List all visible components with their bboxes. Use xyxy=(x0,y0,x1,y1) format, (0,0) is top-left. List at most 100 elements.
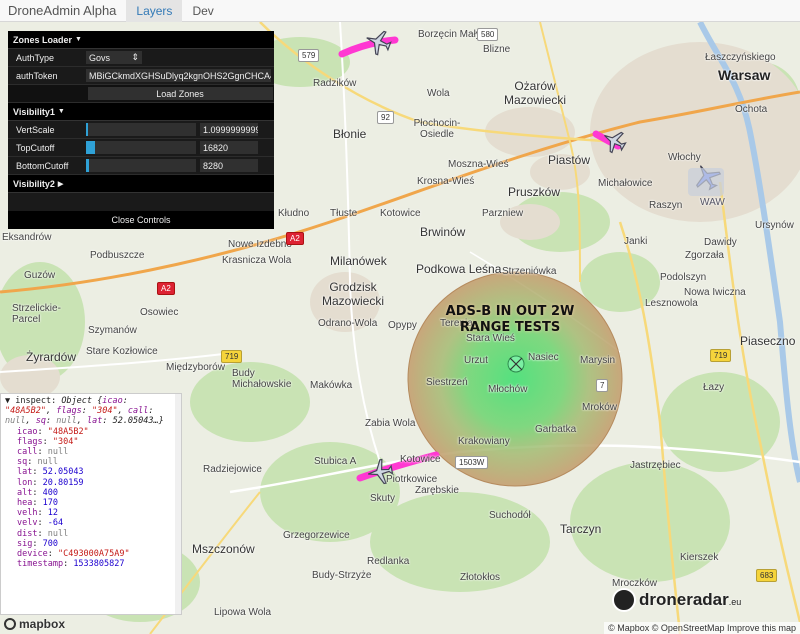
console-prop: lat: 52.05043 xyxy=(17,467,84,478)
airport-label: WAW xyxy=(700,197,725,208)
place-label: Guzów xyxy=(24,270,56,281)
place-label: Mroków xyxy=(582,402,618,413)
road-badge: A2 xyxy=(286,232,304,245)
place-label: Mszczonów xyxy=(192,542,255,556)
console-prop: flags: "304" xyxy=(17,436,79,447)
place-label: Suchodół xyxy=(489,510,531,521)
place-label: Ożarów Mazowiecki xyxy=(503,79,566,107)
place-label: Tarczyn xyxy=(560,522,602,536)
inspect-console: ▼ inspect: Object {icao: "48A5B2", flags… xyxy=(0,393,182,615)
vertscale-slider[interactable] xyxy=(86,123,196,136)
place-label: Podbuszcze xyxy=(90,250,145,261)
droneradar-logo: droneradar.eu xyxy=(612,588,741,612)
place-label: Krakowiany xyxy=(458,436,510,447)
mapbox-logo[interactable]: mapbox xyxy=(4,617,65,631)
console-prop: sq: null xyxy=(17,457,58,468)
place-label: Stubica A xyxy=(314,456,357,467)
place-label: Blizne xyxy=(483,44,511,55)
place-label: Podolszyn xyxy=(660,272,707,283)
console-prop: sig: 700 xyxy=(17,538,58,549)
top-navbar: DroneAdmin Alpha Layers Dev xyxy=(0,0,800,22)
console-header[interactable]: ▼ inspect: Object {icao: "48A5B2", flags… xyxy=(5,396,177,427)
range-center-marker[interactable] xyxy=(507,355,525,373)
place-label: Młochów xyxy=(488,384,528,395)
place-label: Kierszek xyxy=(680,552,719,563)
place-label: Podkowa Leśna xyxy=(416,262,502,276)
place-label: Piastów xyxy=(548,153,591,167)
place-label: Lipowa Wola xyxy=(214,607,272,618)
place-label: Błonie xyxy=(333,127,367,141)
place-label: Siestrzeń xyxy=(426,377,468,388)
place-label: Kłudno xyxy=(278,208,310,219)
console-prop: icao: "48A5B2" xyxy=(17,426,89,437)
select-arrows-icon: ⇕ xyxy=(131,52,139,62)
place-label: Michałowice xyxy=(598,178,653,189)
place-label: Kotowice xyxy=(380,208,421,219)
zone-title: ADS-B IN OUT 2W RANGE TESTS xyxy=(420,304,600,336)
zones-loader-folder[interactable]: Zones Loader ▼ xyxy=(8,31,274,49)
place-label: Budy Michałowskie xyxy=(232,368,292,390)
place-label: Warsaw xyxy=(718,67,771,83)
zone-title-line1: ADS-B IN OUT 2W xyxy=(445,304,575,319)
road-badge: A2 xyxy=(157,282,175,295)
place-label: Ochota xyxy=(735,104,768,115)
visibility2-folder[interactable]: Visibility2 ▶ xyxy=(8,175,274,193)
place-label: Grzegorzewice xyxy=(283,530,350,541)
place-label: Kotowice xyxy=(400,454,441,465)
console-prop: velv: -64 xyxy=(17,518,64,529)
console-prop: device: "C493000A75A9" xyxy=(17,549,130,560)
place-label: Marysin xyxy=(580,355,616,366)
place-label: Włochy xyxy=(668,152,701,163)
authtype-select[interactable]: Govs ⇕ xyxy=(86,51,142,64)
console-prop: velh: 12 xyxy=(17,508,58,519)
place-label: Piotrkowice xyxy=(386,474,438,485)
console-prop: dist: null xyxy=(17,528,69,539)
place-label: Parzniew xyxy=(482,208,524,219)
place-label: Zabia Wola xyxy=(365,418,416,429)
place-label: Strzeniówka xyxy=(502,266,557,277)
place-label: Piaseczno xyxy=(740,334,796,348)
authtoken-input[interactable]: MBiGCkmdXGHSuDlyq2kgnOHS2GgnCHCA4ot48 xyxy=(86,69,271,82)
road-badge: 719 xyxy=(221,350,243,363)
visibility1-folder[interactable]: Visibility1 ▼ xyxy=(8,103,274,121)
authtype-label: AuthType xyxy=(16,52,55,63)
authtoken-row: authToken MBiGCkmdXGHSuDlyq2kgnOHS2GgnCH… xyxy=(8,67,274,85)
place-label: Radzików xyxy=(313,78,357,89)
place-label: Eksandrów xyxy=(2,232,52,243)
vertscale-label: VertScale xyxy=(16,124,55,135)
close-controls-button[interactable]: Close Controls xyxy=(8,211,274,229)
app-title[interactable]: DroneAdmin Alpha xyxy=(0,3,126,18)
place-label: Strzelickie-Parcel xyxy=(12,303,61,325)
place-label: Łazy xyxy=(703,382,725,393)
topcutoff-slider[interactable] xyxy=(86,141,196,154)
road-badge: 92 xyxy=(377,111,394,124)
console-scrollbar[interactable] xyxy=(175,394,181,614)
place-label: Złotokłos xyxy=(460,572,501,583)
load-zones-button[interactable]: Load Zones xyxy=(8,85,274,103)
place-label: Lesznowola xyxy=(645,298,698,309)
console-prop: alt: 400 xyxy=(17,487,58,498)
place-label: Międzyborów xyxy=(166,362,225,373)
place-label: Płochocin-Osiedle xyxy=(413,118,461,140)
map-attribution[interactable]: © Mapbox © OpenStreetMap Improve this ma… xyxy=(604,622,800,634)
place-label: Borzęcin Mały xyxy=(418,29,481,40)
expand-triangle-icon[interactable]: ▼ xyxy=(5,396,10,406)
droneradar-icon xyxy=(612,588,636,612)
zone-title-line2: RANGE TESTS xyxy=(459,320,561,335)
controls-panel: Zones Loader ▼ AuthType Govs ⇕ authToken M… xyxy=(8,31,274,229)
vertscale-input[interactable]: 1.09999999999 xyxy=(200,123,258,136)
mapbox-wordmark: mapbox xyxy=(19,617,66,631)
place-label: Budy-Strzyże xyxy=(312,570,372,581)
place-label: Redlanka xyxy=(367,556,410,567)
place-label: Łaszczyńskiego xyxy=(705,52,776,63)
tab-layers[interactable]: Layers xyxy=(126,0,183,22)
place-label: Milanówek xyxy=(330,254,387,268)
console-props: icao: "48A5B2" flags: "304" call: null sq: … xyxy=(5,427,177,570)
bottomcutoff-slider[interactable] xyxy=(86,159,196,172)
bottomcutoff-input[interactable]: 8280 xyxy=(200,159,258,172)
place-label: Osowiec xyxy=(140,307,179,318)
caret-down-icon: ▼ xyxy=(75,36,82,43)
road-badge: 580 xyxy=(477,28,499,41)
topcutoff-input[interactable]: 16820 xyxy=(200,141,258,154)
tab-dev[interactable]: Dev xyxy=(182,0,223,22)
